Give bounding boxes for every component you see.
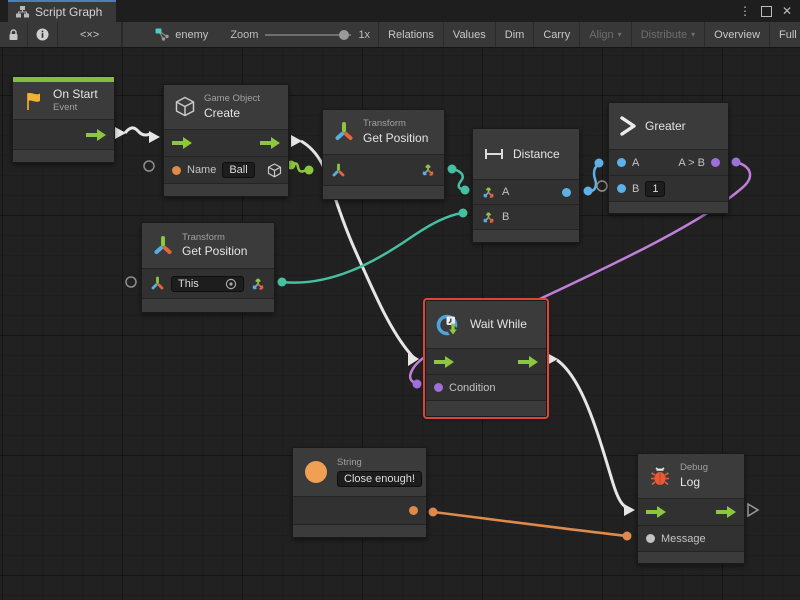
transform-icon <box>333 121 355 143</box>
graph-node-icon <box>155 28 170 41</box>
zoom-value: 1x <box>358 29 370 41</box>
distance-output-port[interactable] <box>562 188 571 197</box>
info-icon <box>36 28 49 41</box>
chevron-down-icon: ▾ <box>618 30 622 39</box>
align-button[interactable]: Align▾ <box>580 22 631 47</box>
node-greater[interactable]: Greater A A > B B 1 <box>608 102 729 214</box>
node-get-position-bottom[interactable]: Transform Get Position This <box>141 222 275 313</box>
vector3-input-port-a[interactable] <box>481 185 496 200</box>
input-port-a[interactable] <box>617 158 626 167</box>
wait-clock-icon <box>436 312 462 338</box>
graph-reference[interactable]: enemy <box>145 22 218 47</box>
node-string[interactable]: String Close enough! <box>292 447 427 538</box>
bug-icon <box>648 464 672 488</box>
transform-input-port[interactable] <box>150 276 165 291</box>
condition-input-port[interactable] <box>434 383 443 392</box>
graph-tree-icon <box>16 6 29 18</box>
node-subtitle: Event <box>53 102 98 114</box>
toolbar: <×> enemy Zoom 1x Relations Values Dim C… <box>0 22 800 48</box>
code-view-button[interactable]: <×> <box>58 22 122 47</box>
node-debug-log[interactable]: Debug Log Message <box>637 453 745 564</box>
distribute-button[interactable]: Distribute▾ <box>632 22 705 47</box>
node-title: On Start <box>53 87 98 102</box>
inspect-button[interactable] <box>28 22 58 47</box>
tab-script-graph[interactable]: Script Graph <box>8 0 116 22</box>
input-port-b[interactable] <box>617 184 626 193</box>
flag-icon <box>23 90 45 112</box>
name-input-port[interactable] <box>172 166 181 175</box>
message-input-port[interactable] <box>646 534 655 543</box>
tab-title: Script Graph <box>35 5 102 19</box>
port-label: B <box>502 211 509 223</box>
node-title: Get Position <box>182 244 247 259</box>
node-category: Transform <box>363 118 428 130</box>
zoom-label: Zoom <box>230 29 258 41</box>
node-get-position-top[interactable]: Transform Get Position <box>322 109 445 200</box>
node-wait-while[interactable]: Wait While Condition <box>425 300 547 417</box>
port-label: B <box>632 183 639 195</box>
title-bar: Script Graph ⋮ ✕ <box>0 0 800 22</box>
more-icon[interactable]: ⋮ <box>739 5 751 17</box>
port-label: Name <box>187 164 216 176</box>
lock-icon <box>8 29 19 41</box>
node-category: Debug <box>680 462 708 474</box>
vector3-input-port-b[interactable] <box>481 210 496 225</box>
node-title: Get Position <box>363 131 428 146</box>
maximize-icon[interactable] <box>761 6 772 17</box>
target-value-field[interactable]: This <box>171 276 244 292</box>
zoom-slider[interactable] <box>265 34 351 36</box>
node-category: Transform <box>182 232 247 244</box>
node-category: String <box>337 457 422 469</box>
close-icon[interactable]: ✕ <box>782 5 792 17</box>
node-category: Game Object <box>204 93 260 105</box>
flow-input-port[interactable] <box>646 506 666 518</box>
string-output-port[interactable] <box>409 506 418 515</box>
chevron-down-icon: ▾ <box>691 30 695 39</box>
flow-input-port[interactable] <box>172 137 192 149</box>
node-distance[interactable]: Distance A B <box>472 128 580 243</box>
transform-icon <box>152 235 174 257</box>
fullscreen-button[interactable]: Full Screen <box>770 22 800 47</box>
overview-button[interactable]: Overview <box>705 22 770 47</box>
b-value-field[interactable]: 1 <box>645 181 665 197</box>
result-output-port[interactable] <box>711 158 720 167</box>
flow-output-port[interactable] <box>518 356 538 368</box>
node-title: Distance <box>513 147 560 162</box>
carry-button[interactable]: Carry <box>534 22 580 47</box>
vector3-output-port[interactable] <box>250 276 266 292</box>
name-value-field[interactable]: Ball <box>222 162 254 178</box>
port-label: Message <box>661 533 706 545</box>
string-circle-icon <box>303 459 329 485</box>
flow-output-port[interactable] <box>260 137 280 149</box>
relations-button[interactable]: Relations <box>379 22 444 47</box>
flow-input-port[interactable] <box>434 356 454 368</box>
transform-input-port[interactable] <box>331 163 346 178</box>
flow-output-port[interactable] <box>86 129 106 141</box>
flow-output-port[interactable] <box>716 506 736 518</box>
node-title: Wait While <box>470 317 527 332</box>
node-title: Log <box>680 475 708 490</box>
port-label: A <box>502 186 509 198</box>
zoom-slider-knob[interactable] <box>339 30 349 40</box>
object-picker-icon[interactable] <box>225 278 237 290</box>
node-on-start[interactable]: On Start Event <box>12 76 115 163</box>
cube-icon <box>174 96 196 118</box>
game-object-output-port[interactable] <box>267 163 282 178</box>
node-title: Create <box>204 106 260 121</box>
node-title: Greater <box>645 119 686 134</box>
values-button[interactable]: Values <box>444 22 496 47</box>
graph-ref-label: enemy <box>175 29 208 41</box>
node-create[interactable]: Game Object Create Name Ball <box>163 84 289 197</box>
greater-icon <box>619 115 637 137</box>
code-view-icon: <×> <box>80 29 99 41</box>
vector3-output-port[interactable] <box>420 162 436 178</box>
dim-button[interactable]: Dim <box>496 22 535 47</box>
string-value-field[interactable]: Close enough! <box>337 471 422 487</box>
output-label: A > B <box>678 157 705 169</box>
port-label: Condition <box>449 382 495 394</box>
port-label: A <box>632 157 639 169</box>
lock-button[interactable] <box>0 22 28 47</box>
distance-icon <box>483 147 505 161</box>
